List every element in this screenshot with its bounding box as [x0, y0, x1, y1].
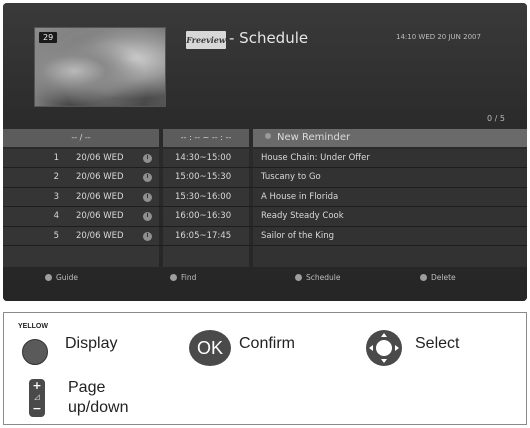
- item-time: 15:30~16:00: [175, 191, 232, 202]
- guide-label: Guide: [56, 273, 79, 282]
- freeview-logo: Freeview: [186, 31, 226, 49]
- yellow-key-label: YELLOW: [18, 323, 48, 330]
- clock-icon: [143, 192, 152, 202]
- minus-icon: −: [32, 402, 42, 415]
- yellow-key-icon: [295, 274, 302, 281]
- page-updown-label: up/down: [68, 399, 129, 416]
- item-title: Sailor of the King: [261, 230, 334, 241]
- item-title: A House in Florida: [261, 191, 339, 202]
- item-number: 5: [53, 230, 59, 241]
- green-key-icon: [170, 274, 177, 281]
- list-item[interactable]: 3 20/06 WED 15:30~16:00 A House in Flori…: [3, 188, 527, 208]
- arrow-left-icon: [369, 345, 373, 351]
- item-number: 4: [53, 211, 59, 222]
- item-time: 16:05~17:45: [175, 230, 232, 241]
- item-title: Tuscany to Go: [261, 172, 321, 183]
- clock-icon: [143, 212, 152, 222]
- find-key[interactable]: Find: [170, 273, 196, 282]
- bullet-icon: [265, 133, 271, 139]
- item-number: 3: [53, 191, 59, 202]
- item-title: House Chain: Under Offer: [261, 153, 370, 163]
- ok-button-icon: OK: [189, 330, 231, 366]
- video-preview: 29: [34, 27, 166, 107]
- item-date: 20/06 WED: [76, 153, 124, 163]
- item-date: 20/06 WED: [76, 230, 124, 241]
- clock-icon: [143, 154, 152, 163]
- find-label: Find: [181, 273, 197, 282]
- item-time: 14:30~15:00: [175, 153, 232, 163]
- navigation-pad-icon: [366, 330, 402, 366]
- page-label: Page: [68, 379, 106, 396]
- nav-center-icon: [376, 340, 392, 356]
- item-date: 20/06 WED: [76, 191, 124, 202]
- item-date: 20/06 WED: [76, 211, 124, 222]
- delete-label: Delete: [431, 273, 456, 282]
- item-number: 1: [53, 153, 59, 163]
- page-indicator: 0 / 5: [487, 114, 505, 123]
- select-label: Select: [415, 335, 460, 352]
- page-rocker-icon: + ◿ −: [29, 379, 45, 417]
- blue-key-icon: [420, 274, 427, 281]
- clock-icon: [143, 173, 152, 183]
- remote-key-legend: YELLOW Display OK Confirm Select + ◿ − P…: [3, 312, 527, 425]
- yellow-button-icon: [22, 339, 48, 365]
- list-item[interactable]: 5 20/06 WED 16:05~17:45 Sailor of the Ki…: [3, 227, 527, 246]
- arrow-up-icon: [381, 333, 387, 337]
- datetime-display: 14:10 WED 20 JUN 2007: [396, 33, 481, 41]
- color-key-bar: Guide Find Schedule Delete: [3, 267, 527, 291]
- arrow-right-icon: [395, 345, 399, 351]
- new-reminder-label: New Reminder: [277, 132, 351, 143]
- page-title: - Schedule: [229, 29, 309, 47]
- schedule-list-header: -- / -- -- : -- ~ -- : -- New Reminder: [3, 129, 527, 147]
- new-reminder-button[interactable]: New Reminder: [253, 129, 527, 147]
- item-time: 16:00~16:30: [175, 211, 232, 222]
- display-label: Display: [65, 335, 118, 352]
- list-item[interactable]: 4 20/06 WED 16:00~16:30 Ready Steady Coo…: [3, 207, 527, 227]
- schedule-list: 1 20/06 WED 14:30~15:00 House Chain: Und…: [3, 149, 527, 246]
- list-item[interactable]: 1 20/06 WED 14:30~15:00 House Chain: Und…: [3, 149, 527, 169]
- tv-screen: 29 Freeview - Schedule 14:10 WED 20 JUN …: [3, 3, 527, 301]
- arrow-down-icon: [381, 359, 387, 363]
- schedule-key[interactable]: Schedule: [295, 273, 340, 282]
- header-date: -- / --: [3, 129, 159, 147]
- clock-icon: [143, 231, 152, 241]
- item-date: 20/06 WED: [76, 172, 124, 183]
- volume-icon: ◿: [34, 393, 40, 401]
- red-key-icon: [45, 274, 52, 281]
- delete-key[interactable]: Delete: [420, 273, 456, 282]
- item-title: Ready Steady Cook: [261, 211, 344, 222]
- channel-number: 29: [39, 32, 58, 43]
- item-time: 15:00~15:30: [175, 172, 232, 183]
- confirm-label: Confirm: [239, 335, 296, 352]
- guide-key[interactable]: Guide: [45, 273, 78, 282]
- item-number: 2: [53, 172, 59, 183]
- schedule-label: Schedule: [306, 273, 341, 282]
- plus-icon: +: [32, 379, 42, 392]
- header-time: -- : -- ~ -- : --: [163, 129, 249, 147]
- list-item[interactable]: 2 20/06 WED 15:00~15:30 Tuscany to Go: [3, 168, 527, 188]
